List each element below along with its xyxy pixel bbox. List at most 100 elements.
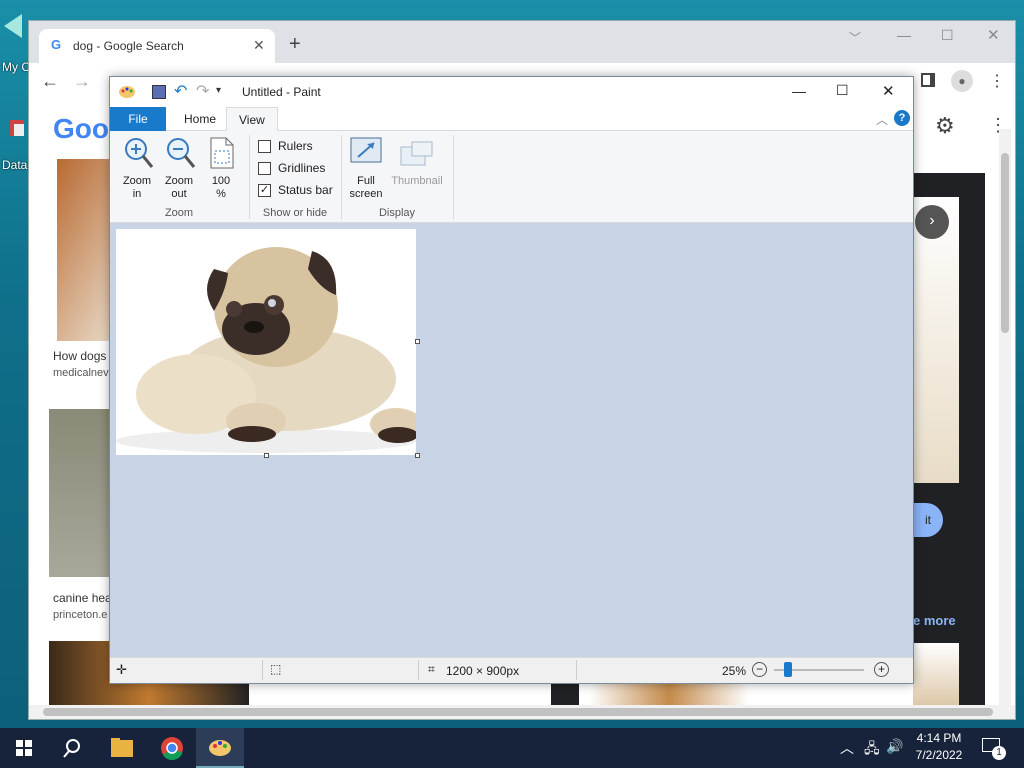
zoom-in-label: Zoom in [122,175,152,200]
minimize-icon[interactable]: — [792,83,806,99]
horizontal-scrollbar[interactable] [29,705,1015,719]
gridlines-checkbox[interactable]: Gridlines [258,161,338,177]
menu-dots-icon[interactable]: ⋮ [989,71,1005,91]
chrome-icon [161,737,183,761]
chevron-down-icon[interactable]: ﹀ [849,29,861,46]
collapse-ribbon-icon[interactable]: ︿ [876,111,888,128]
zoom-slider[interactable] [774,662,864,677]
ribbon-view: Zoom in Zoom out 100% Zoom Rulers Gridli… [110,131,913,223]
result-image-1[interactable] [57,159,111,341]
action-center-button[interactable]: 1 [982,738,1006,760]
scrollbar-thumb[interactable] [1001,153,1009,333]
desktop-icon-my-computer[interactable]: My C [0,10,30,74]
statusbar-checkbox[interactable]: ✓ Status bar [258,183,338,199]
group-label-zoom: Zoom [164,207,194,219]
desktop-icon-data[interactable]: Data [0,110,30,174]
window-title: Untitled - Paint [242,85,321,99]
close-icon[interactable]: ✕ [987,26,1000,44]
settings-gear-icon[interactable]: ⚙ [935,113,955,139]
image-dimensions: 1200 × 900px [446,664,520,678]
maximize-icon[interactable]: ☐ [836,82,849,99]
related-image[interactable] [913,643,959,705]
result-title[interactable]: How dogs [53,349,106,363]
ribbon-divider [453,135,454,219]
volume-icon[interactable]: 🔊 [886,738,903,755]
forward-arrow-icon[interactable]: → [73,71,91,92]
preview-image[interactable] [913,197,959,483]
sidebar-icon[interactable] [921,73,935,87]
profile-icon[interactable]: ● [951,70,973,92]
result-title[interactable]: canine hea [53,591,112,605]
folder-icon [111,738,133,757]
tab-title: dog - Google Search [73,39,184,53]
clock[interactable]: 4:14 PM 7/2/2022 [906,731,972,762]
tab-view[interactable]: View [226,107,278,132]
rulers-checkbox[interactable]: Rulers [258,139,338,155]
page-icon [210,137,234,172]
next-arrow-icon[interactable]: › [915,205,949,239]
help-icon[interactable]: ? [894,110,910,126]
tab-file[interactable]: File [110,107,166,131]
save-icon[interactable] [152,85,166,99]
see-more-link[interactable]: e more [913,613,956,628]
result-source: princeton.e [53,609,108,621]
resize-handle-corner[interactable] [415,453,420,458]
resize-handle-right[interactable] [415,339,420,344]
zoom-in-small-icon[interactable]: + [874,662,889,677]
zoom-out-small-icon[interactable]: − [752,662,767,677]
search-button[interactable] [48,728,96,768]
minimize-icon[interactable]: — [897,27,911,43]
browser-tab[interactable]: G dog - Google Search ✕ [39,29,275,63]
date: 7/2/2022 [915,748,963,762]
drawing-canvas[interactable] [116,229,416,455]
close-icon[interactable]: ✕ [882,82,895,100]
chrome-button[interactable] [148,728,196,768]
maximize-icon[interactable]: ☐ [941,27,954,44]
resize-handle-bottom[interactable] [264,453,269,458]
back-arrow-icon[interactable]: ← [41,71,59,92]
group-label-show-or-hide: Show or hide [262,207,328,219]
time: 4:14 PM [916,731,962,745]
tab-home[interactable]: Home [172,107,228,131]
result-image-2[interactable] [49,409,111,577]
undo-icon[interactable]: ↶ [174,81,187,101]
checkbox-statusbar[interactable]: ✓ [258,184,271,197]
paint-icon [209,740,231,756]
full-screen-button[interactable]: Full screen [346,137,386,203]
thumbnail-button[interactable]: Thumbnail [388,137,446,203]
notification-badge: 1 [992,746,1006,760]
rulers-label: Rulers [278,139,313,153]
close-tab-icon[interactable]: ✕ [253,37,265,54]
show-hidden-icons-icon[interactable]: ︿ [840,738,854,758]
divider [576,660,577,680]
quick-access-dropdown-icon[interactable]: ▾ [216,85,221,96]
ribbon-tabs: File Home View ︿ ? [110,107,913,132]
scrollbar[interactable] [999,129,1011,705]
gridlines-label: Gridlines [278,161,326,175]
zoom-in-icon [124,137,154,172]
file-explorer-button[interactable] [98,728,146,768]
start-button[interactable] [0,728,48,768]
paint-taskbar-button[interactable] [196,728,244,768]
checkbox-rulers[interactable] [258,140,271,153]
desktop-icon-label: Data [2,158,28,172]
network-icon[interactable]: 🖧 [864,738,880,762]
status-bar: ✛ ⬚ ⌗ 1200 × 900px 25% − + [110,657,913,683]
zoom-out-button[interactable]: Zoom out [162,137,196,203]
canvas-workspace[interactable] [110,223,913,657]
shortcut-icon [8,116,28,140]
zoom-in-button[interactable]: Zoom in [120,137,154,203]
visit-button[interactable]: it [913,503,943,537]
image-size-icon: ⌗ [428,662,435,676]
new-tab-button[interactable]: + [289,33,301,56]
checkbox-gridlines[interactable] [258,162,271,175]
zoom-slider-thumb[interactable] [784,662,792,677]
scrollbar-thumb[interactable] [43,708,993,716]
zoom-level: 25% [722,664,747,678]
paint-window: ↶ ↷ ▾ Untitled - Paint — ☐ ✕ File Home V… [109,76,914,684]
100-percent-label: 100% [211,175,231,200]
result-source: medicalnev [53,367,109,379]
search-icon [63,739,80,758]
100-percent-button[interactable]: 100% [204,137,238,203]
redo-icon[interactable]: ↷ [196,81,209,101]
